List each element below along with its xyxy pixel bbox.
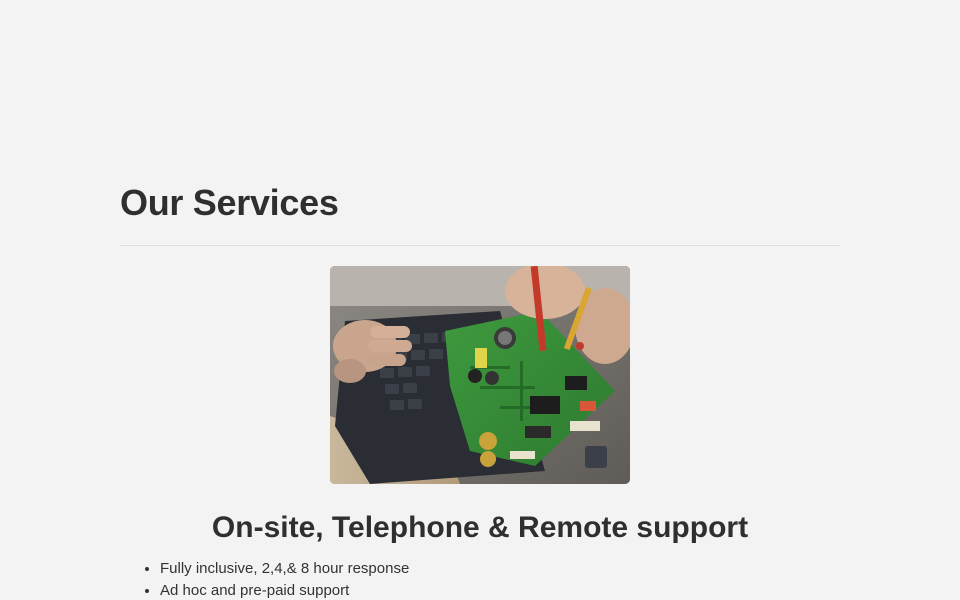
services-hero-image (330, 266, 630, 484)
circuit-board-repair-illustration (330, 266, 630, 484)
feature-item: Fully inclusive, 2,4,& 8 hour response (160, 558, 409, 580)
feature-list: Fully inclusive, 2,4,& 8 hour response A… (120, 558, 409, 600)
service-heading: On-site, Telephone & Remote support (211, 511, 749, 544)
section-divider (120, 245, 840, 246)
feature-item: Ad hoc and pre-paid support (160, 580, 409, 600)
page: Our Services On-site, Telephone & Remote… (0, 0, 960, 600)
section-title: Our Services (120, 182, 339, 223)
